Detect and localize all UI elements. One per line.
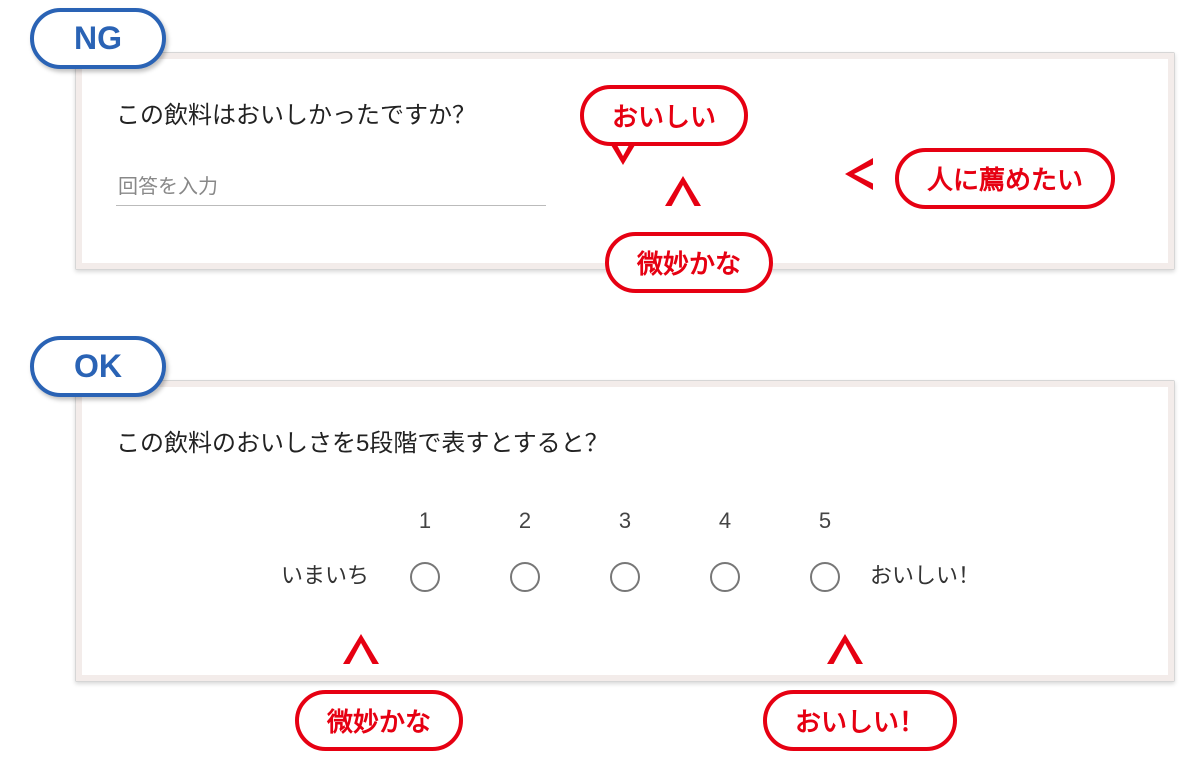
ok-bubble-tasty-text: おいしい！ [795, 707, 925, 737]
scale-col-2: 2 [510, 508, 540, 592]
bubble-soso: 微妙かな [605, 232, 773, 293]
ok-bubble-soso: 微妙かな [295, 690, 463, 751]
scale-col-3: 3 [610, 508, 640, 592]
ok-label-text: OK [74, 348, 122, 384]
ng-label-text: NG [74, 20, 122, 56]
ok-section: OK この飲料のおいしさを5段階で表すとすると？ いまいち 1 2 3 [25, 338, 1175, 758]
radio-2[interactable] [510, 562, 540, 592]
scale-num-3: 3 [619, 508, 631, 534]
ok-bubble-soso-text: 微妙かな [327, 707, 431, 737]
bubble-tasty: おいしい [580, 85, 748, 146]
ng-label-pill: NG [30, 8, 166, 69]
ng-section: NG この飲料はおいしかったですか？ おいしい 人に薦めたい 微妙かな [25, 10, 1175, 310]
ok-card: この飲料のおいしさを5段階で表すとすると？ いまいち 1 2 3 4 [75, 380, 1175, 682]
scale-low-label: いまいち [240, 558, 410, 592]
scale-col-1: 1 [410, 508, 440, 592]
ok-bubble-tasty: おいしい！ [763, 690, 957, 751]
radio-3[interactable] [610, 562, 640, 592]
ok-label-pill: OK [30, 336, 166, 397]
scale-high-label: おいしい！ [840, 558, 1010, 592]
bubble-recommend: 人に薦めたい [895, 148, 1115, 209]
radio-1[interactable] [410, 562, 440, 592]
rating-scale: いまいち 1 2 3 4 5 [116, 508, 1134, 592]
scale-num-2: 2 [519, 508, 531, 534]
scale-options: 1 2 3 4 5 [410, 508, 840, 592]
scale-num-1: 1 [419, 508, 431, 534]
radio-5[interactable] [810, 562, 840, 592]
scale-col-4: 4 [710, 508, 740, 592]
scale-col-5: 5 [810, 508, 840, 592]
scale-num-5: 5 [819, 508, 831, 534]
bubble-soso-text: 微妙かな [637, 249, 741, 279]
radio-4[interactable] [710, 562, 740, 592]
bubble-recommend-text: 人に薦めたい [927, 165, 1083, 195]
ok-question: この飲料のおいしさを5段階で表すとすると？ [116, 423, 1134, 458]
ng-answer-input[interactable] [116, 170, 546, 206]
scale-num-4: 4 [719, 508, 731, 534]
bubble-tasty-text: おいしい [612, 102, 716, 132]
